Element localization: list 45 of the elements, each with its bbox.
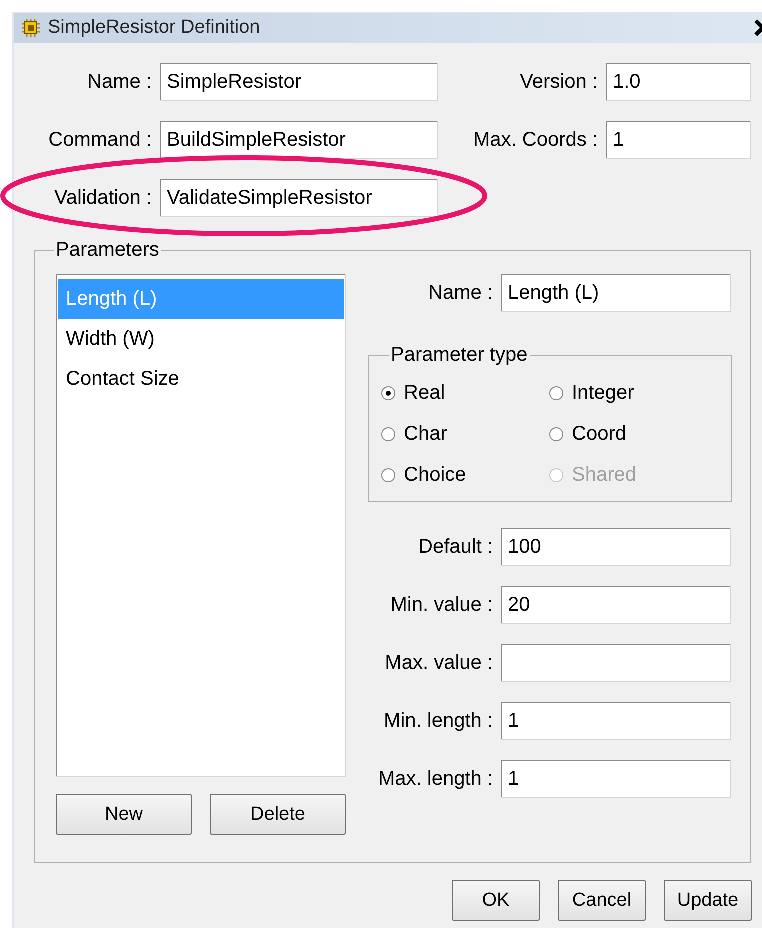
text-field[interactable]: 1.0 xyxy=(606,63,751,101)
field-label: Name : xyxy=(428,282,493,304)
list-item[interactable]: Width (W) xyxy=(58,319,344,359)
radio-button[interactable] xyxy=(549,427,564,442)
radio-button[interactable] xyxy=(381,468,396,483)
radio-label: Integer xyxy=(572,382,634,405)
dialog-button[interactable]: Cancel xyxy=(558,880,646,921)
field-label: Min. value : xyxy=(390,594,493,616)
list-item[interactable]: Contact Size xyxy=(58,359,344,399)
text-field[interactable]: 100 xyxy=(501,528,731,566)
window-title: SimpleResistor Definition xyxy=(48,17,262,39)
text-field[interactable]: 1 xyxy=(501,760,731,798)
field-label: Command : xyxy=(48,128,152,152)
field-label: Name : xyxy=(88,70,152,94)
dialog-button[interactable]: Update xyxy=(664,880,752,921)
chip-icon xyxy=(20,17,42,39)
text-field[interactable]: 1 xyxy=(606,121,751,159)
dialog-button[interactable]: OK xyxy=(452,880,540,921)
field-label: Default : xyxy=(418,536,493,558)
parameter-list[interactable]: Length (L) Width (W) Contact Size xyxy=(56,274,346,777)
radio-label: Coord xyxy=(572,423,626,446)
action-button[interactable]: Delete xyxy=(210,794,346,835)
field-label: Max. length : xyxy=(377,768,493,790)
field-label: Max. value : xyxy=(384,652,493,674)
text-field[interactable]: BuildSimpleResistor xyxy=(160,121,438,159)
text-field[interactable]: ValidateSimpleResistor xyxy=(160,179,438,217)
group-title: Parameter type xyxy=(390,344,529,367)
text-field[interactable]: Length (L) xyxy=(501,274,731,312)
text-field[interactable]: 1 xyxy=(501,702,731,740)
radio-button[interactable] xyxy=(549,386,564,401)
radio-label: Char xyxy=(404,423,448,446)
radio-label: Shared xyxy=(572,464,636,487)
radio-label: Choice xyxy=(404,464,466,487)
text-field[interactable] xyxy=(501,644,731,682)
field-label: Max. Coords : xyxy=(474,128,598,152)
text-field[interactable]: 20 xyxy=(501,586,731,624)
radio-button[interactable] xyxy=(381,427,396,442)
action-button[interactable]: New xyxy=(56,794,192,835)
radio-button[interactable] xyxy=(381,386,396,401)
group-title: Parameters xyxy=(55,239,160,262)
field-label: Validation : xyxy=(54,186,152,210)
field-label: Version : xyxy=(520,70,598,94)
text-field[interactable]: SimpleResistor xyxy=(160,63,438,101)
field-label: Min. length : xyxy=(383,710,493,732)
radio-label: Real xyxy=(404,382,446,405)
